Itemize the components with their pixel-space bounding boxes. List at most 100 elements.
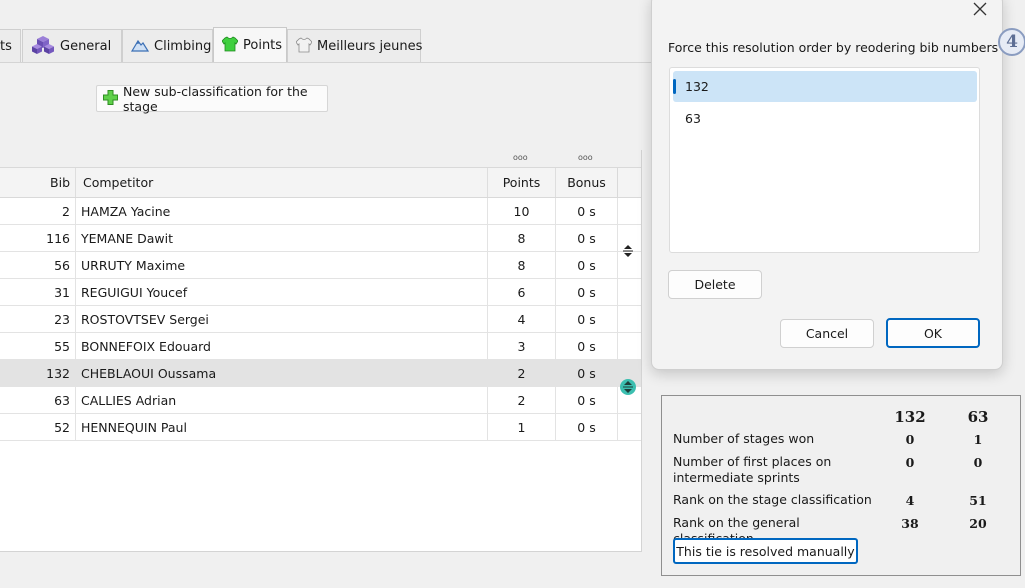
criterion-label: Number of first places on intermediate s… (673, 454, 832, 485)
tab-results-partial[interactable]: ts (0, 29, 21, 63)
ok-button[interactable]: OK (886, 318, 980, 348)
header-bib[interactable]: Bib (0, 168, 70, 197)
criterion-label: Rank on the stage classification (673, 492, 872, 507)
table-row[interactable]: 63 CALLIES Adrian 2 0 s (0, 387, 641, 414)
green-jersey-icon (221, 36, 239, 56)
bonus-cell: 0 s (577, 339, 596, 354)
header-separator (75, 168, 76, 197)
column-separator (487, 279, 488, 305)
bib-cell: 2 (62, 204, 70, 219)
list-item[interactable]: 132 (673, 71, 977, 102)
list-item[interactable]: 63 (673, 103, 977, 134)
points-cell: 10 (513, 204, 530, 219)
column-separator (487, 252, 488, 278)
criterion-label: Number of stages won (673, 431, 815, 446)
table-row[interactable]: 55 BONNEFOIX Edouard 3 0 s (0, 333, 641, 360)
column-separator (555, 414, 556, 440)
new-subclassification-button[interactable]: New sub-classification for the stage (96, 84, 328, 114)
column-separator (75, 252, 76, 278)
points-cell: 2 (517, 393, 526, 408)
header-competitor[interactable]: Competitor (83, 168, 283, 197)
table-row[interactable]: 56 URRUTY Maxime 8 0 s (0, 252, 641, 279)
white-jersey-icon (295, 37, 313, 57)
bib-cell: 52 (54, 420, 70, 435)
column-separator (487, 198, 488, 224)
comparison-bib-b: 63 (967, 408, 989, 426)
column-separator (487, 387, 488, 413)
tab-points[interactable]: Points (213, 27, 287, 63)
table-header: Bib Competitor Points Bonus (0, 167, 617, 198)
tab-meilleurs-jeunes[interactable]: Meilleurs jeunes (287, 29, 422, 63)
points-cell: 3 (517, 339, 526, 354)
tab-general[interactable]: General (22, 29, 122, 63)
column-separator (617, 414, 618, 440)
table-row[interactable]: 132 CHEBLAOUI Oussama 2 0 s (0, 360, 641, 387)
column-separator (617, 225, 618, 251)
bonus-cell: 0 s (577, 312, 596, 327)
column-separator (487, 306, 488, 332)
table-row[interactable]: 52 HENNEQUIN Paul 1 0 s (0, 414, 641, 441)
bonus-cell: 0 s (577, 285, 596, 300)
resolved-manually-button[interactable]: This tie is resolved manually (673, 538, 858, 564)
column-separator (617, 252, 618, 278)
plus-icon (103, 89, 118, 108)
column-separator (487, 333, 488, 359)
criterion-value: 0 (905, 432, 915, 447)
table-row[interactable]: 31 REGUIGUI Youcef 6 0 s (0, 279, 641, 306)
bonus-cell: 0 s (577, 420, 596, 435)
column-separator (487, 360, 488, 386)
points-cell: 8 (517, 258, 526, 273)
tab-label: General (60, 39, 112, 54)
cubes-icon (31, 35, 55, 59)
competitor-cell: BONNEFOIX Edouard (81, 339, 211, 354)
close-icon[interactable] (970, 0, 990, 19)
column-separator (617, 279, 618, 305)
competitor-cell: CALLIES Adrian (81, 393, 177, 408)
table-top-gap: ooo ooo (0, 150, 641, 167)
competitor-cell: HENNEQUIN Paul (81, 420, 187, 435)
criterion-value: 1 (973, 432, 983, 447)
header-bonus[interactable]: Bonus (556, 168, 617, 197)
criterion-value: 38 (901, 516, 919, 531)
table-row[interactable]: 116 YEMANE Dawit 8 0 s (0, 225, 641, 252)
bib-cell: 55 (54, 339, 70, 354)
bonus-cell: 0 s (577, 366, 596, 381)
bib-cell: 23 (54, 312, 70, 327)
dialog-instruction: Force this resolution order by reodering… (668, 40, 999, 55)
column-separator (75, 333, 76, 359)
column-separator (75, 387, 76, 413)
cancel-button[interactable]: Cancel (780, 319, 874, 348)
competitor-cell: URRUTY Maxime (81, 258, 186, 273)
bonus-cell: 0 s (577, 204, 596, 219)
bonus-options-icon[interactable]: ooo (578, 153, 593, 162)
competitor-cell: HAMZA Yacine (81, 204, 171, 219)
drag-handle-icon[interactable] (620, 379, 636, 395)
tab-label: ts (0, 39, 12, 54)
column-separator (75, 279, 76, 305)
header-points[interactable]: Points (488, 168, 555, 197)
points-options-icon[interactable]: ooo (513, 153, 528, 162)
tab-divider (0, 62, 660, 63)
criterion-value: 0 (973, 455, 983, 470)
points-cell: 6 (517, 285, 526, 300)
points-cell: 1 (517, 420, 526, 435)
bib-order-list[interactable]: 132 63 (669, 67, 980, 253)
tab-climbing[interactable]: Climbing (122, 29, 213, 63)
column-separator (75, 225, 76, 251)
mountain-icon (130, 38, 150, 56)
delete-button[interactable]: Delete (668, 270, 762, 299)
column-separator (555, 252, 556, 278)
bib-cell: 56 (54, 258, 70, 273)
bib-cell: 116 (46, 231, 70, 246)
tie-order-dialog: Force this resolution order by reodering… (651, 0, 1003, 370)
tab-label: Points (243, 38, 283, 53)
column-separator (555, 360, 556, 386)
table-row[interactable]: 23 ROSTOVTSEV Sergei 4 0 s (0, 306, 641, 333)
sort-arrows-icon[interactable] (620, 243, 636, 259)
column-separator (487, 414, 488, 440)
column-separator (75, 198, 76, 224)
tie-comparison-panel: 132 63 Number of stages won 0 1 Number o… (661, 395, 1021, 576)
table-row[interactable]: 2 HAMZA Yacine 10 0 s (0, 198, 641, 225)
header-blank (617, 167, 641, 198)
column-separator (555, 333, 556, 359)
